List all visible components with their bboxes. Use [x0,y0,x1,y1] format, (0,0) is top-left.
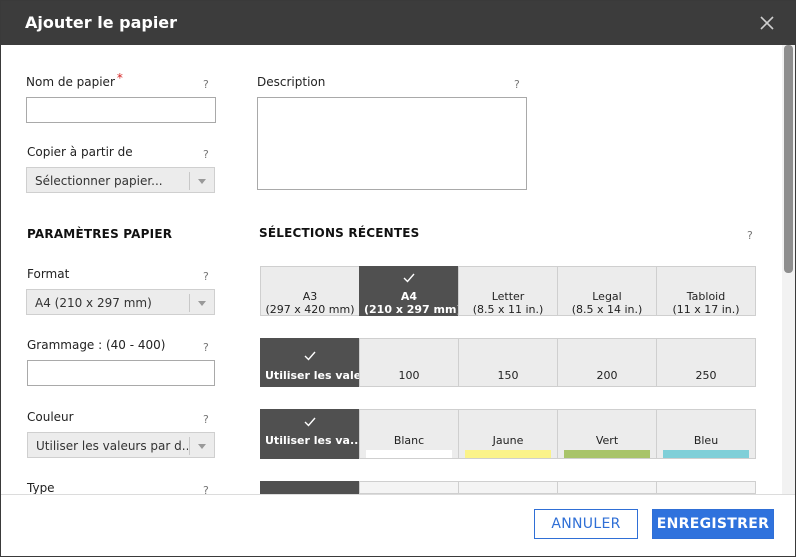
paper-name-label-text: Nom de papier [26,75,115,89]
description-help-icon[interactable]: ? [514,78,520,91]
white-swatch [366,450,452,458]
format-tile-a3[interactable]: A3 (297 x 420 mm) [260,266,360,316]
tile-sublabel: (11 x 17 in.) [672,303,740,316]
format-tile-letter[interactable]: Letter (8.5 x 11 in.) [458,266,558,316]
tile-label: 200 [596,369,618,382]
color-tile-white[interactable]: Blanc [359,409,459,459]
tile-sublabel: (210 x 297 mm) [364,303,458,316]
tile-label: Legal [592,290,622,303]
recent-type-tiles [260,481,756,494]
green-swatch [564,450,650,458]
tile-label: Letter [491,290,525,303]
type-tile[interactable] [656,481,756,494]
copy-from-value: Sélectionner papier... [35,174,163,188]
tile-label: Utiliser les valeurs [265,369,359,382]
chevron-down-icon [198,179,206,184]
check-icon [261,350,359,362]
format-label: Format [27,267,70,281]
paper-name-label: Nom de papier * [26,71,123,89]
format-tile-a4[interactable]: A4 (210 x 297 mm) [359,266,459,316]
tile-label: 100 [398,369,420,382]
format-help-icon[interactable]: ? [203,270,209,283]
type-tile[interactable] [458,481,558,494]
select-separator [189,172,190,190]
blue-swatch [663,450,749,458]
close-icon[interactable] [757,13,777,33]
tile-sublabel: (8.5 x 14 in.) [571,303,643,316]
copy-from-help-icon[interactable]: ? [203,148,209,161]
recent-format-tiles: A3 (297 x 420 mm) A4 (210 x 297 mm) Lett… [260,266,756,316]
color-tile-blue[interactable]: Bleu [656,409,756,459]
description-textarea[interactable] [257,97,527,190]
dialog-title: Ajouter le papier [25,13,178,32]
footer-divider [1,494,795,495]
tile-label: Vert [595,434,619,447]
paper-settings-title: PARAMÈTRES PAPIER [27,227,173,241]
chevron-down-icon [198,301,206,306]
format-value: A4 (210 x 297 mm) [35,296,152,310]
type-tile-default[interactable] [260,481,360,494]
cancel-button[interactable]: ANNULER [534,509,638,539]
color-help-icon[interactable]: ? [203,413,209,426]
weight-tile-default[interactable]: Utiliser les valeurs [260,338,360,387]
type-tile[interactable] [359,481,459,494]
weight-tile-150[interactable]: 150 [458,338,558,387]
select-separator [189,294,190,312]
copy-from-select[interactable]: Sélectionner papier... [26,167,215,193]
required-marker: * [116,71,123,85]
recent-color-tiles: Utiliser les va... Blanc Jaune Vert Bleu [260,409,756,459]
tile-label: A3 [302,290,318,303]
tile-label: 250 [695,369,717,382]
tile-label: Tabloid [686,290,726,303]
format-select[interactable]: A4 (210 x 297 mm) [26,289,215,315]
color-label: Couleur [27,410,74,424]
tile-label: Utiliser les va... [265,434,359,447]
recent-selections-help-icon[interactable]: ? [747,229,753,242]
recent-selections-title: SÉLECTIONS RÉCENTES [259,226,420,240]
tile-label: Blanc [393,434,425,447]
add-paper-dialog: Ajouter le papier Nom de papier * ? Copie… [0,0,796,557]
tile-sublabel: (8.5 x 11 in.) [472,303,544,316]
tile-label: Jaune [492,434,524,447]
tile-label: Bleu [693,434,719,447]
description-label: Description [257,75,326,89]
format-tile-legal[interactable]: Legal (8.5 x 14 in.) [557,266,657,316]
select-separator [189,437,190,455]
paper-name-input[interactable] [26,97,216,123]
type-help-icon[interactable]: ? [203,484,209,497]
color-tile-green[interactable]: Vert [557,409,657,459]
color-tile-default[interactable]: Utiliser les va... [260,409,360,459]
scrollbar-thumb[interactable] [784,45,793,273]
weight-input[interactable] [27,360,215,386]
tile-sublabel: (297 x 420 mm) [265,303,355,316]
paper-name-help-icon[interactable]: ? [203,78,209,91]
save-button[interactable]: ENREGISTRER [652,509,774,539]
check-icon [360,272,458,284]
weight-help-icon[interactable]: ? [203,341,209,354]
type-label: Type [27,481,55,495]
yellow-swatch [465,450,551,458]
dialog-titlebar: Ajouter le papier [1,1,795,45]
color-tile-yellow[interactable]: Jaune [458,409,558,459]
weight-label: Grammage : (40 - 400) [27,338,166,352]
chevron-down-icon [198,444,206,449]
copy-from-label: Copier à partir de [27,145,133,159]
weight-tile-250[interactable]: 250 [656,338,756,387]
weight-tile-100[interactable]: 100 [359,338,459,387]
color-value: Utiliser les valeurs par d... [36,439,188,453]
format-tile-tabloid[interactable]: Tabloid (11 x 17 in.) [656,266,756,316]
recent-weight-tiles: Utiliser les valeurs 100 150 200 250 [260,338,756,387]
type-tile[interactable] [557,481,657,494]
weight-tile-200[interactable]: 200 [557,338,657,387]
tile-label: 150 [497,369,519,382]
tile-label: A4 [400,290,418,303]
color-select[interactable]: Utiliser les valeurs par d... [27,432,215,458]
check-icon [261,416,359,428]
